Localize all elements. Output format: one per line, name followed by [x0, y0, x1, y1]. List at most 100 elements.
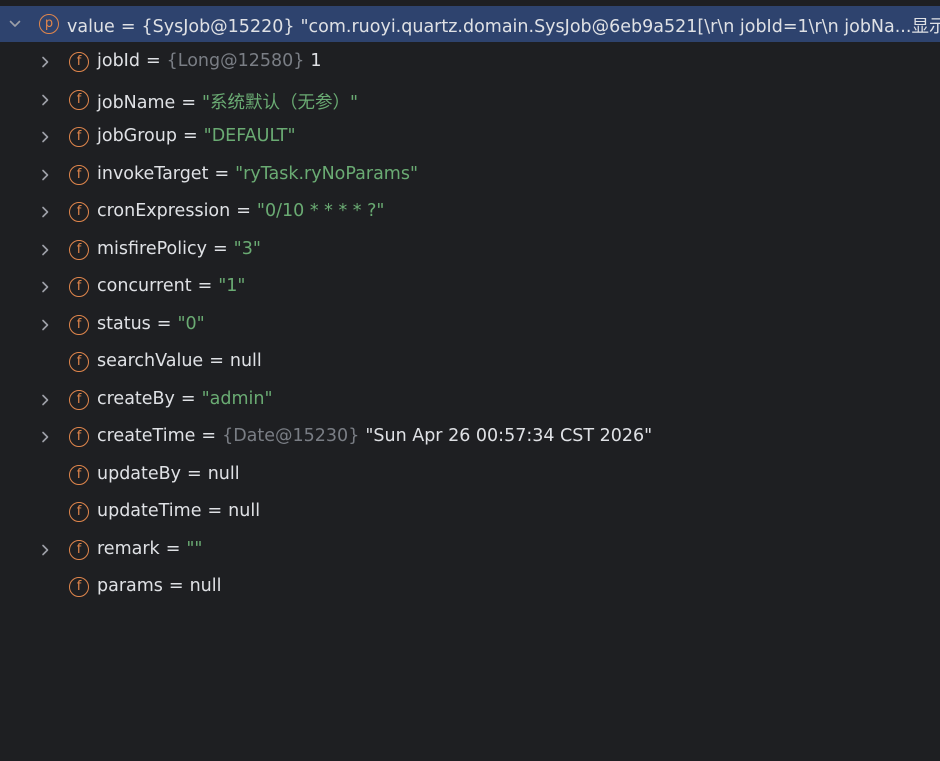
variable-name: jobId — [97, 51, 140, 71]
field-badge-icon: f — [69, 577, 89, 597]
variable-value: null — [207, 463, 240, 484]
variable-name: updateBy — [97, 463, 182, 484]
variable-text: updateBy = null — [97, 464, 240, 484]
variable-text: concurrent = "1" — [97, 276, 245, 296]
debugger-variables-panel: p value = {SysJob@15220} "com.ruoyi.quar… — [0, 0, 940, 761]
chevron-right-icon[interactable] — [38, 430, 52, 444]
assign-operator: = — [145, 51, 161, 71]
variable-value: "ryTask.ryNoParams" — [235, 163, 419, 184]
assign-operator: = — [187, 463, 202, 484]
chevron-right-icon[interactable] — [38, 205, 52, 219]
field-badge-icon: f — [69, 352, 89, 372]
variable-text: jobId = {Long@12580} 1 — [97, 51, 322, 71]
assign-operator: = — [165, 538, 181, 559]
variable-value: "DEFAULT" — [203, 126, 296, 146]
field-badge-icon: f — [69, 89, 89, 110]
chevron-right-icon[interactable] — [38, 393, 52, 407]
variable-value: "admin" — [201, 388, 273, 409]
variable-row-createBy[interactable]: f createBy = "admin" — [0, 382, 940, 418]
assign-operator: = — [156, 313, 172, 334]
variable-ref: {Long@12580} — [166, 51, 305, 71]
variable-name: createTime — [97, 426, 196, 446]
assign-operator: = — [197, 276, 213, 296]
property-badge-icon: p — [39, 14, 59, 34]
variable-text: createTime = {Date@15230} "Sun Apr 26 00:57… — [97, 426, 652, 446]
variable-row-searchValue[interactable]: f searchValue = null — [0, 344, 940, 380]
assign-operator: = — [180, 388, 196, 409]
variable-row-cronExpression[interactable]: f cronExpression = "0/10 * * * * ?" — [0, 194, 940, 230]
variable-value: null — [229, 351, 262, 371]
variable-name: updateTime — [97, 501, 202, 521]
variable-text: updateTime = null — [97, 501, 260, 521]
variable-name: jobName — [97, 92, 176, 113]
variable-row-jobName[interactable]: f jobName = "系统默认（无参）" — [0, 82, 940, 118]
variable-row-params[interactable]: f params = null — [0, 569, 940, 605]
variable-text: value = {SysJob@15220} "com.ruoyi.quartz… — [67, 13, 940, 38]
chevron-right-icon[interactable] — [38, 280, 52, 294]
variable-name: params — [97, 576, 163, 596]
variable-ref: {SysJob@15220} — [141, 17, 295, 37]
variable-row-remark[interactable]: f remark = "" — [0, 532, 940, 568]
variable-value: "" — [186, 538, 203, 559]
variable-row-concurrent[interactable]: f concurrent = "1" — [0, 269, 940, 305]
variable-value: "com.ruoyi.quartz.domain.SysJob@6eb9a521… — [300, 17, 912, 37]
variable-name: invokeTarget — [97, 163, 209, 184]
chevron-right-icon[interactable] — [38, 543, 52, 557]
field-badge-icon: f — [69, 427, 89, 447]
variable-text: misfirePolicy = "3" — [97, 239, 261, 259]
variable-row-updateBy[interactable]: f updateBy = null — [0, 457, 940, 493]
variable-text: params = null — [97, 576, 222, 596]
variable-value: "系统默认（无参）" — [201, 92, 359, 113]
assign-operator: = — [212, 238, 228, 259]
variable-text: remark = "" — [97, 539, 202, 559]
assign-operator: = — [209, 351, 224, 371]
variable-name: createBy — [97, 388, 175, 409]
variable-text: invokeTarget = "ryTask.ryNoParams" — [97, 164, 418, 184]
variable-name: concurrent — [97, 276, 192, 296]
variable-name: misfirePolicy — [97, 238, 207, 259]
chevron-right-icon[interactable] — [38, 130, 52, 144]
variable-value: null — [228, 501, 261, 521]
variable-text: cronExpression = "0/10 * * * * ?" — [97, 201, 384, 221]
assign-operator: = — [236, 201, 251, 221]
chevron-right-icon[interactable] — [38, 243, 52, 257]
variable-row-createTime[interactable]: f createTime = {Date@15230} "Sun Apr 26 00:5… — [0, 419, 940, 455]
variable-value: 1 — [310, 51, 322, 71]
variable-row-jobId[interactable]: f jobId = {Long@12580} 1 — [0, 44, 940, 80]
variable-name: remark — [97, 538, 160, 559]
variable-value: null — [189, 576, 222, 596]
field-badge-icon: f — [69, 202, 89, 222]
variable-row-jobGroup[interactable]: f jobGroup = "DEFAULT" — [0, 119, 940, 155]
variable-value: "1" — [218, 276, 246, 296]
field-badge-icon: f — [69, 464, 89, 485]
chevron-right-icon[interactable] — [38, 318, 52, 332]
field-badge-icon: f — [69, 164, 89, 185]
chevron-down-icon[interactable] — [8, 17, 22, 31]
assign-operator: = — [182, 126, 198, 146]
variable-name: cronExpression — [97, 201, 231, 221]
chevron-right-icon[interactable] — [38, 55, 52, 69]
variable-value: "Sun Apr 26 00:57:34 CST 2026" — [365, 426, 653, 446]
assign-operator: = — [168, 576, 184, 596]
variable-row-invokeTarget[interactable]: f invokeTarget = "ryTask.ryNoParams" — [0, 157, 940, 193]
variable-row-misfirePolicy[interactable]: f misfirePolicy = "3" — [0, 232, 940, 268]
variable-name: status — [97, 313, 151, 334]
variable-name: searchValue — [97, 351, 204, 371]
variable-row-updateTime[interactable]: f updateTime = null — [0, 494, 940, 530]
field-badge-icon: f — [69, 389, 89, 410]
chevron-right-icon[interactable] — [38, 93, 52, 107]
field-badge-icon: f — [69, 52, 89, 72]
variable-value: "0/10 * * * * ?" — [256, 201, 385, 221]
field-badge-icon: f — [69, 239, 89, 260]
variable-text: jobGroup = "DEFAULT" — [97, 126, 296, 146]
variable-text: jobName = "系统默认（无参）" — [97, 89, 358, 114]
variable-row-value[interactable]: p value = {SysJob@15220} "com.ruoyi.quar… — [0, 6, 940, 42]
variable-text: status = "0" — [97, 314, 205, 334]
variable-value: "0" — [177, 313, 205, 334]
chevron-right-icon[interactable] — [38, 168, 52, 182]
show-value-link[interactable]: 显示 — [911, 13, 940, 38]
field-badge-icon: f — [69, 502, 89, 522]
assign-operator: = — [181, 92, 196, 113]
variable-name: value — [67, 17, 115, 37]
variable-row-status[interactable]: f status = "0" — [0, 307, 940, 343]
